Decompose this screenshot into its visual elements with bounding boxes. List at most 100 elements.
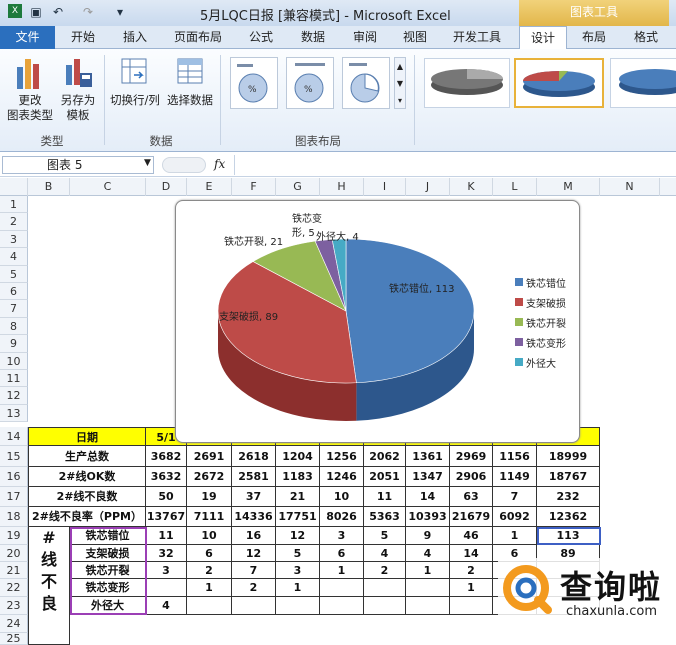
row-header[interactable]: 11 <box>0 370 28 388</box>
tab-format[interactable]: 格式 <box>624 26 668 49</box>
table-cell[interactable]: 37 <box>232 487 276 507</box>
tab-review[interactable]: 审阅 <box>344 26 386 49</box>
row-label-cell[interactable]: 生产总数 <box>28 446 146 467</box>
column-header[interactable]: K <box>450 178 493 196</box>
table-cell[interactable]: 8026 <box>320 507 364 527</box>
legend-entry[interactable]: 铁芯错位 <box>526 275 566 290</box>
table-cell[interactable]: 113 <box>537 527 600 545</box>
table-cell[interactable]: 1361 <box>406 446 450 467</box>
table-cell[interactable]: 10393 <box>406 507 450 527</box>
table-cell[interactable] <box>187 597 232 615</box>
row-header[interactable]: 25 <box>0 633 28 645</box>
column-header[interactable]: N <box>600 178 660 196</box>
table-cell[interactable]: 18767 <box>537 467 600 487</box>
table-cell[interactable]: 63 <box>450 487 493 507</box>
table-cell[interactable]: 17751 <box>276 507 320 527</box>
table-cell[interactable] <box>232 597 276 615</box>
pie-data-label[interactable]: 外径大, 4 <box>316 228 359 243</box>
table-cell[interactable]: 1347 <box>406 467 450 487</box>
table-cell[interactable] <box>320 579 364 597</box>
table-cell[interactable]: 2 <box>364 562 406 579</box>
tab-formulas[interactable]: 公式 <box>240 26 282 49</box>
table-cell[interactable]: 46 <box>450 527 493 545</box>
table-cell[interactable]: 6 <box>187 545 232 562</box>
row-header[interactable]: 15 <box>0 446 28 467</box>
row-header[interactable]: 9 <box>0 335 28 353</box>
legend-entry[interactable]: 铁芯开裂 <box>526 315 566 330</box>
table-cell[interactable]: 1256 <box>320 446 364 467</box>
table-cell[interactable]: 1 <box>450 579 493 597</box>
row-header[interactable]: 6 <box>0 283 28 301</box>
table-cell[interactable]: 2906 <box>450 467 493 487</box>
table-cell[interactable]: 5363 <box>364 507 406 527</box>
row-header[interactable]: 4 <box>0 248 28 266</box>
row-header[interactable]: 19 <box>0 527 28 545</box>
table-cell[interactable]: 1 <box>276 579 320 597</box>
switch-row-column-button[interactable]: 切换行/列 <box>106 93 164 108</box>
table-cell[interactable] <box>450 597 493 615</box>
table-cell[interactable] <box>364 597 406 615</box>
row-header[interactable]: 21 <box>0 562 28 579</box>
name-box[interactable]: 图表 5 <box>2 156 154 174</box>
table-cell[interactable]: 3 <box>146 562 187 579</box>
row-header[interactable]: 16 <box>0 467 28 487</box>
table-cell[interactable]: 3682 <box>146 446 187 467</box>
table-cell[interactable]: 2062 <box>364 446 406 467</box>
pie-chart[interactable]: 铁芯错位, 113 支架破损, 89 铁芯开裂, 21 铁芯变 形, 5 外径大, 4 … <box>175 200 580 443</box>
column-header[interactable]: F <box>232 178 276 196</box>
layout-gallery-item-1[interactable]: % <box>230 57 278 109</box>
pie-data-label[interactable]: 铁芯错位, 113 <box>389 280 454 295</box>
row-header[interactable]: 2 <box>0 213 28 231</box>
save-icon[interactable]: ▣ <box>28 4 44 20</box>
table-cell[interactable]: 5 <box>276 545 320 562</box>
table-cell[interactable]: 10 <box>187 527 232 545</box>
table-cell[interactable]: 50 <box>146 487 187 507</box>
table-cell[interactable]: 21679 <box>450 507 493 527</box>
defect-label-cell[interactable]: 支架破损 <box>70 545 146 562</box>
row-header[interactable]: 23 <box>0 597 28 615</box>
legend-entry[interactable]: 支架破损 <box>526 295 566 310</box>
tab-home[interactable]: 开始 <box>62 26 104 49</box>
table-cell[interactable]: 1 <box>406 562 450 579</box>
table-cell[interactable]: 7111 <box>187 507 232 527</box>
row-header[interactable]: 7 <box>0 300 28 318</box>
select-data-button[interactable]: 选择数据 <box>164 93 216 108</box>
table-cell[interactable]: 2691 <box>187 446 232 467</box>
table-cell[interactable]: 7 <box>493 487 537 507</box>
row-label-cell[interactable]: 2#线不良率（PPM） <box>28 507 146 527</box>
table-cell[interactable]: 1204 <box>276 446 320 467</box>
table-cell[interactable]: 2618 <box>232 446 276 467</box>
insert-function-icon[interactable]: fx <box>214 157 225 171</box>
column-header[interactable]: B <box>28 178 70 196</box>
chart-style-blue[interactable] <box>610 58 676 108</box>
layout-gallery-scroll[interactable]: ▲ ▼ ▾ <box>394 57 406 109</box>
pie-data-label[interactable]: 支架破损, 89 <box>219 308 278 323</box>
defect-label-cell[interactable]: 铁芯错位 <box>70 527 146 545</box>
table-cell[interactable]: 2051 <box>364 467 406 487</box>
table-cell[interactable]: 11 <box>146 527 187 545</box>
row-header[interactable]: 13 <box>0 404 28 423</box>
formula-input[interactable] <box>234 155 674 175</box>
row-header[interactable]: 3 <box>0 230 28 249</box>
table-cell[interactable]: 32 <box>146 545 187 562</box>
table-cell[interactable]: 3 <box>276 562 320 579</box>
table-cell[interactable]: 1 <box>320 562 364 579</box>
excel-app-icon[interactable]: X <box>8 4 22 18</box>
row-header[interactable]: 8 <box>0 317 28 336</box>
row-header[interactable]: 17 <box>0 487 28 507</box>
table-cell[interactable]: 14336 <box>232 507 276 527</box>
column-header[interactable]: H <box>320 178 364 196</box>
table-cell[interactable] <box>276 597 320 615</box>
date-label-cell[interactable]: 日期 <box>28 427 146 446</box>
table-cell[interactable]: 12 <box>232 545 276 562</box>
table-cell[interactable] <box>406 597 450 615</box>
table-cell[interactable]: 11 <box>364 487 406 507</box>
table-cell[interactable]: 16 <box>232 527 276 545</box>
table-cell[interactable]: 2672 <box>187 467 232 487</box>
table-cell[interactable]: 2 <box>187 562 232 579</box>
table-cell[interactable]: 232 <box>537 487 600 507</box>
column-header[interactable]: I <box>364 178 406 196</box>
tab-design[interactable]: 设计 <box>519 26 567 50</box>
legend-entry[interactable]: 外径大 <box>526 355 556 370</box>
column-header[interactable]: G <box>276 178 320 196</box>
